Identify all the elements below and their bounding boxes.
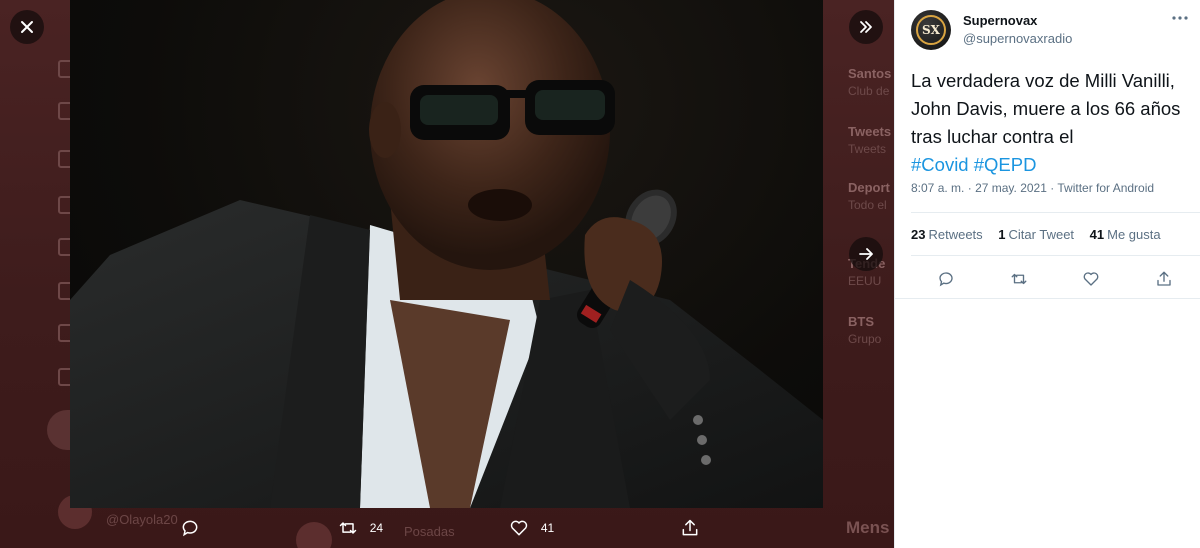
reply-button[interactable] <box>935 268 957 290</box>
like-button[interactable]: 41 <box>509 518 554 538</box>
share-icon <box>682 519 698 536</box>
tweet-photo[interactable] <box>70 0 823 508</box>
trend-item: Deport Todo el <box>848 180 890 212</box>
more-dots-icon <box>1172 16 1188 20</box>
avatar-logo: SX <box>916 15 946 45</box>
divider <box>911 212 1200 213</box>
tweet-action-row <box>935 268 1175 290</box>
retweet-button[interactable]: 24 <box>338 518 383 538</box>
divider <box>911 255 1200 256</box>
messages-drawer-label: Mens <box>846 518 890 537</box>
heart-icon <box>510 520 528 536</box>
trend-item: BTS Grupo <box>848 314 882 346</box>
tweet-meta: 8:07 a. m. · 27 may. 2021 · Twitter for … <box>911 181 1154 195</box>
collapse-panel-button[interactable] <box>849 10 883 44</box>
trend-item: Santos Club de <box>848 66 892 98</box>
share-icon <box>1157 271 1171 286</box>
hashtag-link[interactable]: #Covid <box>911 154 969 175</box>
quotes-stat[interactable]: 1 Citar Tweet <box>998 227 1074 242</box>
tweet-detail-panel: SX Supernovax @supernovaxradio La verdad… <box>894 0 1200 548</box>
tweet-date[interactable]: 27 may. 2021 <box>975 181 1047 195</box>
photo-singer-illustration <box>70 0 823 508</box>
reply-button[interactable] <box>180 518 212 538</box>
double-chevron-right-icon <box>860 21 872 33</box>
hashtag-link[interactable]: #QEPD <box>974 154 1037 175</box>
retweet-icon <box>1011 273 1027 285</box>
meta-separator: · <box>967 181 976 195</box>
divider <box>895 298 1200 299</box>
close-icon <box>21 21 33 33</box>
tweet-header: SX Supernovax @supernovaxradio <box>895 0 1200 58</box>
tweet-button-bg <box>47 410 71 450</box>
trend-item: Tweets Tweets <box>848 124 892 156</box>
tweet-source[interactable]: Twitter for Android <box>1057 181 1154 195</box>
next-image-button[interactable] <box>849 237 883 271</box>
more-options-button[interactable] <box>1170 12 1190 26</box>
arrow-right-icon <box>859 248 873 260</box>
share-button[interactable] <box>1153 268 1175 290</box>
tweet-text-body: La verdadera voz de Milli Vanilli, John … <box>911 70 1181 147</box>
tweet-text: La verdadera voz de Milli Vanilli, John … <box>911 67 1193 179</box>
likes-stat[interactable]: 41 Me gusta <box>1090 227 1161 242</box>
close-button[interactable] <box>10 10 44 44</box>
retweets-stat[interactable]: 23 Retweets <box>911 227 983 242</box>
like-button[interactable] <box>1080 268 1102 290</box>
reply-icon <box>182 520 198 537</box>
tweet-time[interactable]: 8:07 a. m. <box>911 181 964 195</box>
retweet-count: 24 <box>369 521 384 535</box>
retweet-button[interactable] <box>1008 268 1030 290</box>
author-handle[interactable]: @supernovaxradio <box>963 31 1072 46</box>
reply-icon <box>939 272 953 287</box>
author-name[interactable]: Supernovax <box>963 13 1037 28</box>
heart-icon <box>1083 272 1099 286</box>
account-handle: @Olayola20 <box>106 512 178 527</box>
media-actions-bar: 24 41 <box>180 508 700 548</box>
tweet-stats: 23 Retweets 1 Citar Tweet 41 Me gusta <box>911 227 1173 242</box>
like-count: 41 <box>540 521 555 535</box>
avatar[interactable]: SX <box>911 10 951 50</box>
share-button[interactable] <box>680 518 700 538</box>
retweet-icon <box>339 522 356 534</box>
